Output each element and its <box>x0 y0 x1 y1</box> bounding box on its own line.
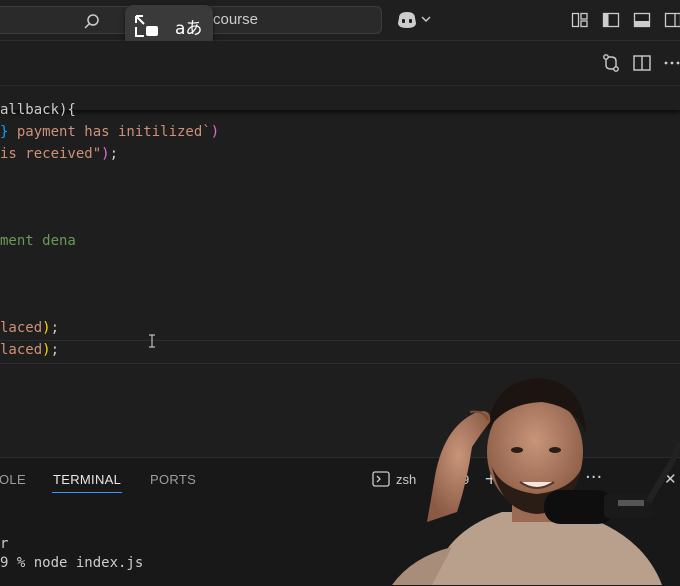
code-token: is received" <box>0 146 101 162</box>
toggle-secondary-sidebar-icon[interactable] <box>664 11 680 29</box>
copilot-icon[interactable] <box>396 10 418 30</box>
code-token: ment dena <box>0 233 76 249</box>
source-control-compare-icon[interactable] <box>601 53 621 73</box>
code-line: allback){ <box>0 99 76 121</box>
code-token: } <box>0 124 17 140</box>
translate-icon[interactable]: aあ <box>175 14 203 40</box>
title-bar: course aあ <box>0 0 680 41</box>
tab-terminal[interactable]: TERMINAL <box>53 472 121 487</box>
exit-picture-in-picture-icon[interactable] <box>133 13 161 39</box>
text-cursor-icon <box>148 334 156 348</box>
code-token: ) <box>211 124 219 140</box>
code-token: ; <box>110 146 118 162</box>
code-token: ) <box>42 320 50 336</box>
code-token: allback){ <box>0 102 76 118</box>
current-line-highlight <box>0 340 680 364</box>
terminal-output-line: r <box>0 536 8 552</box>
search-text: course <box>213 11 258 28</box>
split-editor-icon[interactable] <box>632 53 652 73</box>
code-token: laced <box>0 320 42 336</box>
editor-actions-row <box>0 41 680 85</box>
terminal-prompt-line[interactable]: 9 % node index.js <box>0 555 143 571</box>
tab-ports[interactable]: PORTS <box>150 472 196 487</box>
search-icon <box>83 13 101 31</box>
code-token: ; <box>51 320 59 336</box>
code-line: ment dena <box>0 230 76 252</box>
webcam-presenter-image <box>372 372 680 585</box>
code-token: ) <box>101 146 109 162</box>
toggle-primary-sidebar-icon[interactable] <box>602 11 620 29</box>
tab-output[interactable]: OLE <box>0 472 26 487</box>
code-line: is received"); <box>0 143 118 165</box>
customize-layout-icon[interactable] <box>571 11 589 29</box>
active-tab-indicator <box>52 492 122 493</box>
code-line: } payment has initilized`) <box>0 121 219 143</box>
code-line: laced); <box>0 317 59 339</box>
code-token: payment has initilized` <box>17 124 211 140</box>
chevron-down-icon[interactable] <box>421 14 431 24</box>
more-actions-icon[interactable] <box>662 53 680 73</box>
toggle-panel-icon[interactable] <box>633 11 651 29</box>
